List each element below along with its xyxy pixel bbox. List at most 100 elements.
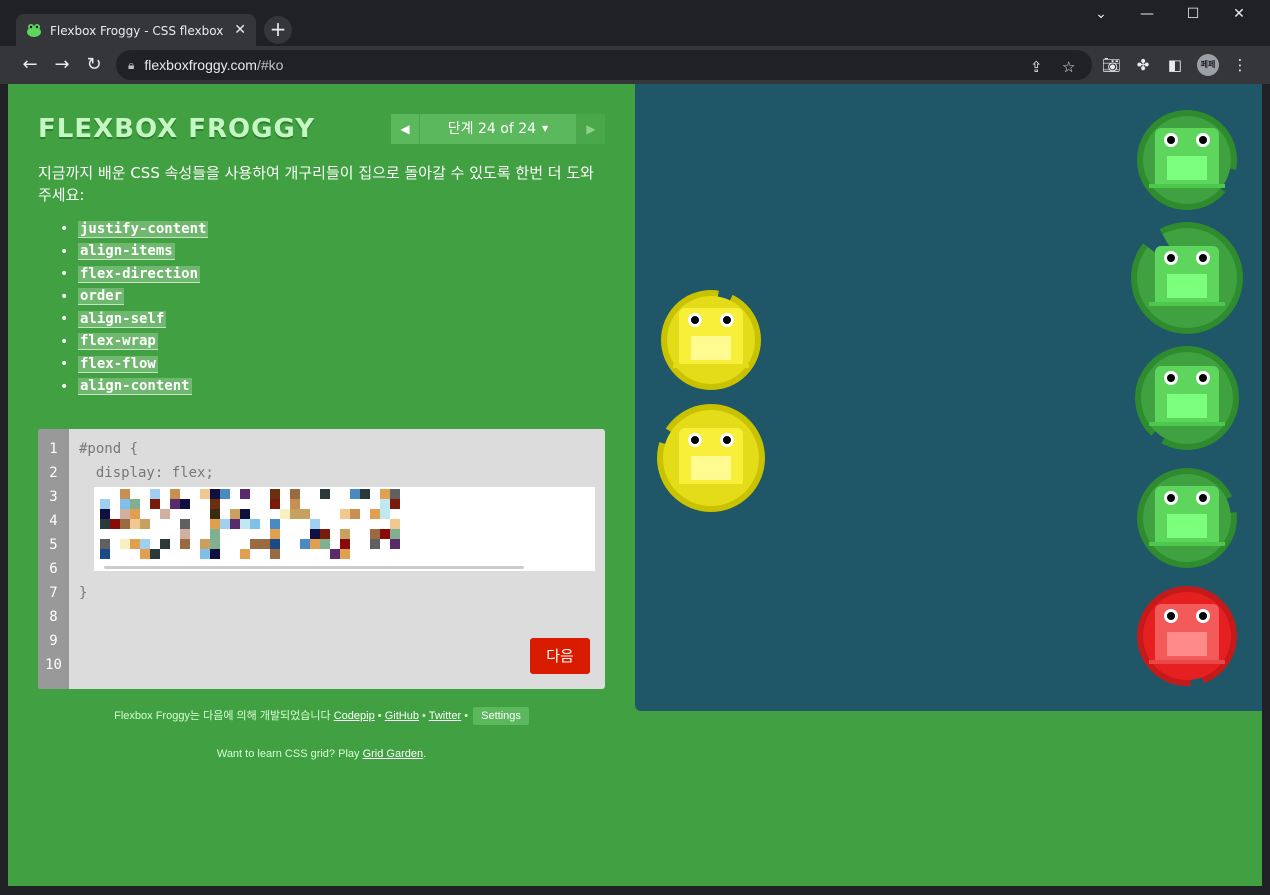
menu-kebab-icon[interactable]: ⋮ [1231, 56, 1249, 74]
redaction-pixel [390, 489, 400, 499]
redaction-pixel [100, 499, 110, 509]
redaction-pixel [130, 539, 140, 549]
redaction-pixel [250, 519, 260, 529]
redaction-pixel [200, 539, 210, 549]
redaction-pixel [290, 499, 300, 509]
code-line: display: flex; [79, 465, 214, 481]
redaction-pixel [380, 509, 390, 519]
horizontal-scrollbar[interactable] [104, 566, 524, 569]
side-panel-icon[interactable]: ◧ [1166, 56, 1184, 74]
bookmark-star-icon[interactable]: ☆ [1062, 58, 1075, 76]
redaction-pixel [330, 549, 340, 559]
redaction-pixel [120, 499, 130, 509]
redaction-pixel [220, 489, 230, 499]
redaction-pixel [310, 519, 320, 529]
property-item: • order [60, 288, 125, 306]
code-line: #pond { [79, 441, 139, 457]
redaction-pixel [130, 509, 140, 519]
close-tab-icon[interactable]: ✕ [234, 22, 246, 38]
new-tab-button[interactable]: + [264, 16, 292, 44]
github-link[interactable]: GitHub [385, 710, 419, 722]
browser-tab[interactable]: Flexbox Froggy - CSS flexbox 속 ✕ [16, 14, 256, 46]
browser-toolbar: ← → ↻ 🔒︎ flexboxfroggy.com/#ko ⇪ ☆ 📷︎ ✤ … [0, 46, 1270, 84]
redaction-pixel [340, 529, 350, 539]
redaction-pixel [350, 509, 360, 519]
redaction-pixel [200, 489, 210, 499]
redaction-pixel [180, 519, 190, 529]
redaction-pixel [260, 539, 270, 549]
redaction-pixel [180, 499, 190, 509]
prev-level-arrow-icon[interactable]: ◀ [391, 114, 419, 144]
redaction-pixel [270, 489, 280, 499]
redaction-pixel [360, 489, 370, 499]
property-code[interactable]: order [78, 288, 125, 306]
share-icon[interactable]: ⇪ [1030, 58, 1043, 76]
redaction-pixel [310, 529, 320, 539]
property-item: • align-self [60, 310, 167, 328]
profile-avatar[interactable]: 페페 [1197, 54, 1219, 76]
separator: • [464, 710, 469, 722]
level-indicator[interactable]: 단계 24 of 24 ▼ [419, 114, 577, 144]
redaction-pixel [210, 509, 220, 519]
redaction-pixel [210, 539, 220, 549]
redaction-pixel [230, 509, 240, 519]
redaction-pixel [220, 519, 230, 529]
back-icon[interactable]: ← [18, 54, 42, 78]
line-number: 1 [49, 441, 58, 457]
property-code[interactable]: align-content [78, 378, 192, 396]
redaction-pixel [240, 549, 250, 559]
line-number: 8 [49, 609, 58, 625]
redaction-pixel [140, 549, 150, 559]
grid-garden-link[interactable]: Grid Garden [363, 748, 424, 760]
line-number: 5 [49, 537, 58, 553]
redaction-pixel [120, 539, 130, 549]
property-item: • flex-flow [60, 355, 158, 373]
redaction-pixel [130, 499, 140, 509]
property-code[interactable]: justify-content [78, 220, 209, 238]
tab-search-chevron-icon[interactable]: ⌄ [1078, 6, 1124, 22]
redaction-pixel [340, 539, 350, 549]
redaction-pixel [300, 509, 310, 519]
redaction-pixel [270, 549, 280, 559]
minimize-icon[interactable]: — [1124, 6, 1170, 22]
twitter-link[interactable]: Twitter [429, 710, 461, 722]
extensions-puzzle-icon[interactable]: ✤ [1134, 56, 1152, 74]
line-number: 6 [49, 561, 58, 577]
forward-icon[interactable]: → [50, 54, 74, 78]
redaction-pixel [280, 509, 290, 519]
property-code[interactable]: flex-flow [78, 355, 158, 373]
reload-icon[interactable]: ↻ [82, 54, 106, 78]
redaction-pixel [380, 499, 390, 509]
codepip-link[interactable]: Codepip [334, 710, 375, 722]
maximize-icon[interactable]: ☐ [1170, 6, 1216, 22]
redaction-pixel [210, 549, 220, 559]
level-navigation: ◀ 단계 24 of 24 ▼ ▶ [391, 114, 605, 144]
redaction-pixel [120, 509, 130, 519]
redaction-pixel [270, 499, 280, 509]
redaction-pixel [150, 549, 160, 559]
line-number-gutter: 1 2 3 4 5 6 7 8 9 10 [38, 429, 69, 689]
redaction-pixel [270, 529, 280, 539]
grid-garden-promo: Want to learn CSS grid? Play Grid Garden… [8, 748, 635, 760]
next-level-arrow-icon[interactable]: ▶ [577, 114, 605, 144]
page-content: FLEXBOX FROGGY ◀ 단계 24 of 24 ▼ ▶ 지금까지 배운 … [8, 84, 1262, 886]
next-button[interactable]: 다음 [530, 638, 590, 674]
address-bar[interactable]: 🔒︎ flexboxfroggy.com/#ko ⇪ ☆ [116, 50, 1092, 80]
property-code[interactable]: flex-direction [78, 265, 201, 283]
green-frog-icon [1145, 236, 1229, 320]
credits-text: Flexbox Froggy는 다음에 의해 개발되었습니다 [114, 710, 331, 722]
frog-favicon-icon [26, 22, 42, 38]
camera-icon[interactable]: 📷︎ [1102, 56, 1121, 74]
css-input-textarea[interactable] [94, 487, 595, 571]
settings-button[interactable]: Settings [473, 707, 529, 725]
property-code[interactable]: align-self [78, 310, 167, 328]
redaction-pixel [120, 489, 130, 499]
property-code[interactable]: align-items [78, 243, 175, 261]
property-code[interactable]: flex-wrap [78, 333, 158, 351]
redaction-pixel [390, 519, 400, 529]
instructions: 지금까지 배운 CSS 속성들을 사용하여 개구리들이 집으로 돌아갈 수 있도… [38, 164, 594, 204]
redaction-pixel [150, 499, 160, 509]
window-close-icon[interactable]: ✕ [1216, 6, 1262, 22]
redaction-pixel [270, 539, 280, 549]
redaction-pixel [310, 539, 320, 549]
